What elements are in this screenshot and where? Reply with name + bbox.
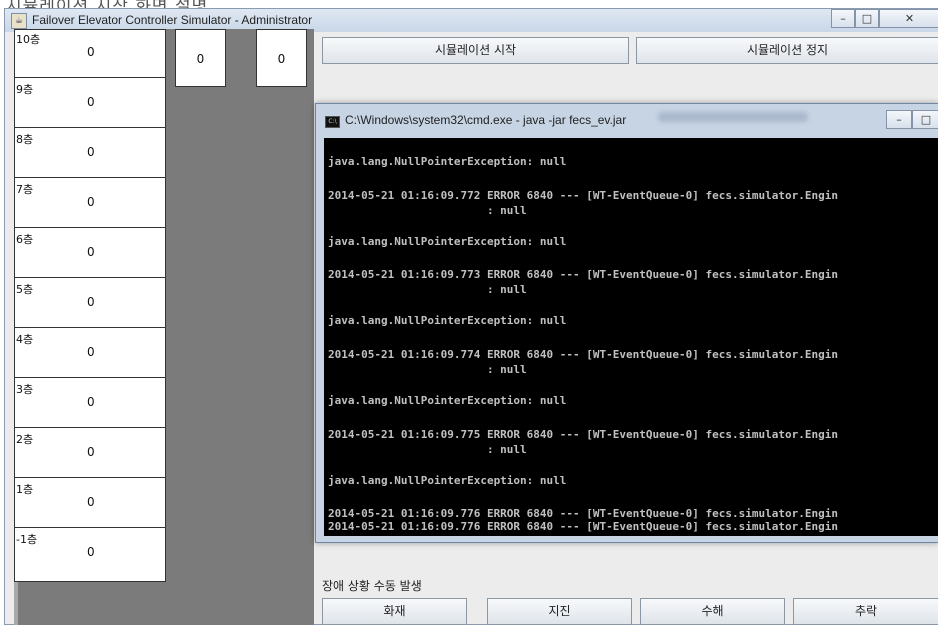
floor-waiting-count: 0 [87,145,95,159]
floor-label: 5층 [16,283,34,296]
elevator-car-1: 0 [175,29,226,87]
floor-row: 2층 0 [15,430,165,478]
maximize-icon[interactable]: □ [855,9,879,28]
console-window: C:\ C:\Windows\system32\cmd.exe - java -… [315,103,938,543]
floor-row: 5층 0 [15,280,165,328]
floor-label: 1층 [16,483,34,496]
console-line: 2014-05-21 01:16:09.772 ERROR 6840 --- [… [328,189,838,202]
floor-label: 7층 [16,183,34,196]
minimize-icon[interactable]: – [831,9,855,28]
floor-waiting-count: 0 [87,395,95,409]
close-icon[interactable]: ✕ [879,9,938,28]
console-line: : null [328,283,527,296]
divider [14,582,18,625]
console-line: : null [328,443,527,456]
floor-row: 6층 0 [15,230,165,278]
floor-label: 6층 [16,233,34,246]
console-titlebar[interactable]: C:\ C:\Windows\system32\cmd.exe - java -… [316,104,938,138]
console-line: java.lang.NullPointerException: null [328,474,567,487]
console-line: 2014-05-21 01:16:09.775 ERROR 6840 --- [… [328,428,838,441]
floor-waiting-count: 0 [87,295,95,309]
floor-label: -1층 [16,533,38,546]
elevator-car-2: 0 [256,29,307,87]
console-maximize-icon[interactable]: □ [912,110,938,129]
floor-panel: 10층 0 9층 0 8층 0 7층 0 6층 0 5층 0 4층 0 3층 0 2층 0 1층 0… [14,29,166,582]
fire-button[interactable]: 화재 [322,598,467,625]
console-output[interactable]: java.lang.NullPointerException: null 201… [324,138,938,536]
console-line: 2014-05-21 01:16:09.773 ERROR 6840 --- [… [328,268,838,281]
console-title: C:\Windows\system32\cmd.exe - java -jar … [345,113,627,127]
floor-row: 3층 0 [15,380,165,428]
floor-label: 4층 [16,333,34,346]
java-app-icon[interactable]: ☕ [11,13,27,29]
floor-label: 3층 [16,383,34,396]
console-icon[interactable]: C:\ [325,116,340,128]
floor-label: 10층 [16,33,41,46]
floor-row: 9층 0 [15,80,165,128]
floor-waiting-count: 0 [87,245,95,259]
console-line: java.lang.NullPointerException: null [328,235,567,248]
floor-waiting-count: 0 [87,545,95,559]
console-line: 2014-05-21 01:16:09.776 ERROR 6840 --- [… [328,520,838,533]
floor-waiting-count: 0 [87,195,95,209]
floor-label: 8층 [16,133,34,146]
floor-label: 9층 [16,83,34,96]
earthquake-button[interactable]: 지진 [487,598,632,625]
blurred-region [658,112,808,122]
stop-simulation-button[interactable]: 시뮬레이션 정지 [636,37,938,64]
console-line: java.lang.NullPointerException: null [328,155,567,168]
start-simulation-button[interactable]: 시뮬레이션 시작 [322,37,629,64]
floor-row: 10층 0 [15,30,165,78]
bottom-gray-area [14,582,314,625]
floor-row: -1층 0 [15,530,165,578]
console-line: 2014-05-21 01:16:09.776 ERROR 6840 --- [… [328,507,838,520]
floor-row: 7층 0 [15,180,165,228]
floor-waiting-count: 0 [87,445,95,459]
flood-button[interactable]: 수해 [640,598,785,625]
window-title: Failover Elevator Controller Simulator -… [32,13,313,27]
console-line: java.lang.NullPointerException: null [328,394,567,407]
floor-waiting-count: 0 [87,95,95,109]
floor-row: 4층 0 [15,330,165,378]
console-minimize-icon[interactable]: – [886,110,912,129]
console-line: 2014-05-21 01:16:09.774 ERROR 6840 --- [… [328,348,838,361]
floor-waiting-count: 0 [87,345,95,359]
floor-row: 8층 0 [15,130,165,178]
floor-label: 2층 [16,433,34,446]
failure-section-label: 장애 상황 수동 발생 [322,579,422,593]
console-line: java.lang.NullPointerException: null [328,314,567,327]
fall-button[interactable]: 추락 [793,598,938,625]
floor-waiting-count: 0 [87,45,95,59]
floor-row: 1층 0 [15,480,165,528]
floor-waiting-count: 0 [87,495,95,509]
console-line: : null [328,204,527,217]
console-line: : null [328,363,527,376]
elevator-shaft-area [166,29,314,582]
